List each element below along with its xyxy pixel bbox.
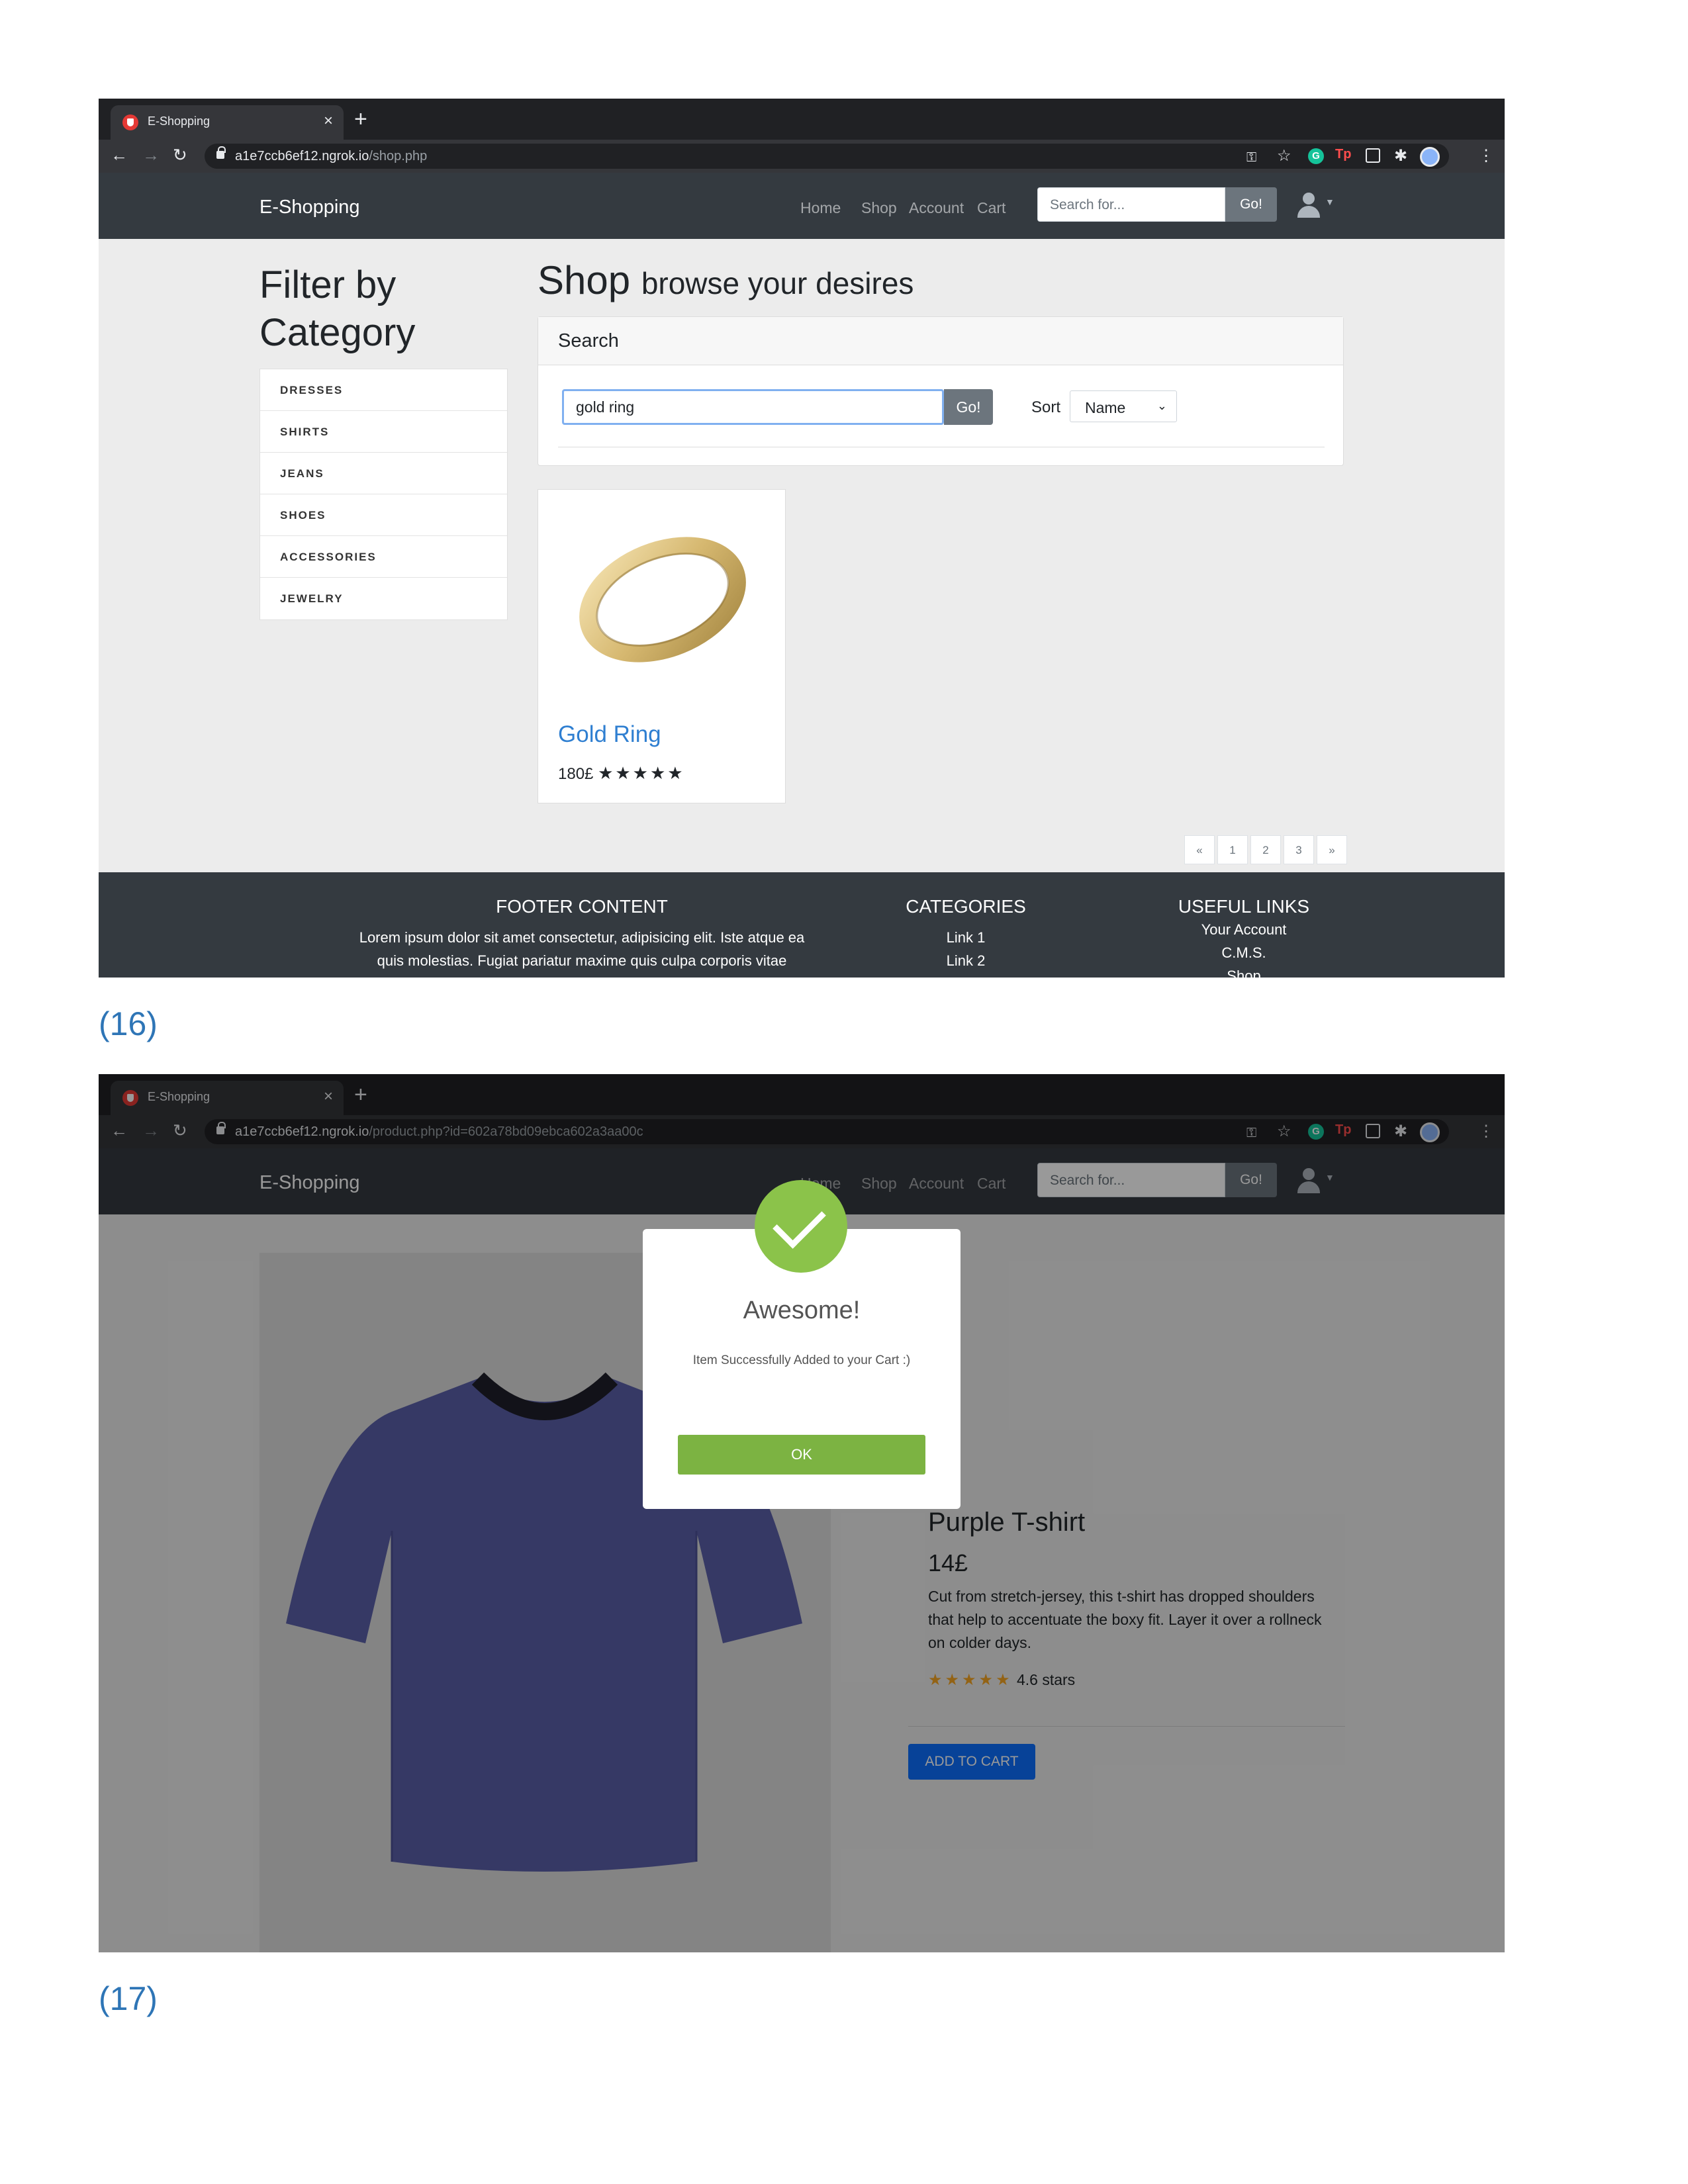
- sort-label: Sort: [1031, 398, 1061, 416]
- key-icon[interactable]: ⚿: [1246, 149, 1256, 166]
- product-price-rating: 180£ ★★★★★: [558, 763, 685, 784]
- footer-shop-link[interactable]: Shop: [1145, 968, 1343, 978]
- search-box-icon[interactable]: [1366, 148, 1380, 163]
- footer-link-1[interactable]: Link 1: [880, 929, 1052, 946]
- sort-value: Name: [1085, 399, 1126, 416]
- footer-cms-link[interactable]: C.M.S.: [1145, 944, 1343, 962]
- browser-toolbar: ← → ↻ a1e7ccb6ef12.ngrok.io/shop.php: [99, 140, 1505, 173]
- footer-content-line2: quis molestias. Fugiat pariatur maxime q…: [377, 952, 787, 969]
- menu-dots-icon[interactable]: ⋮: [1478, 148, 1494, 165]
- sort-select[interactable]: Name ⌄: [1070, 390, 1177, 422]
- footer-useful-heading: USEFUL LINKS: [1178, 896, 1310, 917]
- screenshot-shop-page: E-Shopping × + ← → ↻ a1e7ccb6ef12.ngrok.…: [99, 99, 1505, 978]
- url-text: a1e7ccb6ef12.ngrok.io/shop.php: [235, 149, 428, 163]
- modal-title: Awesome!: [743, 1297, 861, 1324]
- puzzle-icon[interactable]: ✱: [1394, 148, 1407, 165]
- category-item-jewelry[interactable]: JEWELRY: [260, 578, 507, 619]
- address-bar[interactable]: a1e7ccb6ef12.ngrok.io/shop.php: [205, 144, 1449, 169]
- chevron-down-icon: ⌄: [1156, 399, 1167, 412]
- category-item-shirts[interactable]: SHIRTS: [260, 411, 507, 453]
- pagination-page-1[interactable]: 1: [1217, 835, 1248, 864]
- forward-icon[interactable]: →: [142, 145, 160, 165]
- footer-your-account-link[interactable]: Your Account: [1145, 921, 1343, 938]
- site-navbar: E-Shopping Home Shop Account Cart Search…: [99, 173, 1505, 239]
- nav-search-input[interactable]: Search for...: [1037, 187, 1225, 222]
- nav-account[interactable]: Account: [909, 199, 964, 217]
- back-icon[interactable]: ←: [111, 145, 128, 165]
- profile-icon[interactable]: [1420, 147, 1440, 167]
- page-title-sub: browse your desires: [641, 266, 914, 300]
- reload-icon[interactable]: ↻: [173, 145, 187, 165]
- product-card[interactable]: Gold Ring 180£ ★★★★★: [538, 489, 786, 803]
- site-footer: FOOTER CONTENT Lorem ipsum dolor sit ame…: [99, 872, 1505, 978]
- category-list: DRESSES SHIRTS JEANS SHOES ACCESSORIES J…: [259, 369, 508, 620]
- grammarly-icon[interactable]: G: [1308, 148, 1324, 164]
- pagination-next[interactable]: »: [1317, 835, 1347, 864]
- user-dropdown-caret-icon[interactable]: ▼: [1325, 197, 1335, 207]
- product-search-button[interactable]: Go!: [944, 389, 993, 425]
- footer-link-2[interactable]: Link 2: [880, 952, 1052, 970]
- product-price: 180£: [558, 765, 594, 783]
- filter-title: Filter by Category: [259, 263, 416, 354]
- category-item-accessories[interactable]: ACCESSORIES: [260, 536, 507, 578]
- user-icon[interactable]: [1295, 193, 1322, 219]
- page-title: Shop browse your desires: [538, 257, 914, 303]
- footer-content-heading: FOOTER CONTENT: [496, 896, 668, 917]
- lock-icon: [216, 146, 226, 159]
- nav-home[interactable]: Home: [800, 199, 841, 217]
- tp-icon[interactable]: Tp: [1335, 147, 1351, 162]
- favicon-icon: [122, 114, 138, 130]
- category-item-dresses[interactable]: DRESSES: [260, 369, 507, 411]
- browser-tab[interactable]: E-Shopping ×: [111, 105, 344, 140]
- browser-tab-strip: E-Shopping × +: [99, 99, 1505, 140]
- brand-link[interactable]: E-Shopping: [259, 197, 360, 218]
- nav-search-button[interactable]: Go!: [1225, 187, 1277, 222]
- product-name-link[interactable]: Gold Ring: [558, 721, 661, 748]
- footer-content-line1: Lorem ipsum dolor sit amet consectetur, …: [359, 929, 805, 946]
- product-search-value: gold ring: [576, 398, 635, 416]
- product-search-input[interactable]: gold ring: [562, 389, 944, 425]
- nav-search-placeholder: Search for...: [1050, 197, 1125, 212]
- product-stars: ★★★★★: [598, 763, 685, 783]
- page-title-main: Shop: [538, 258, 631, 302]
- new-tab-icon[interactable]: +: [354, 108, 367, 130]
- pagination-page-3[interactable]: 3: [1284, 835, 1314, 864]
- category-item-jeans[interactable]: JEANS: [260, 453, 507, 494]
- pagination-prev[interactable]: «: [1184, 835, 1215, 864]
- tab-close-icon[interactable]: ×: [324, 112, 333, 130]
- modal-ok-button[interactable]: OK: [678, 1435, 925, 1475]
- screenshot-product-page: E-Shopping × + ← → ↻ a1e7ccb6ef12.ngrok.…: [99, 1074, 1505, 1952]
- star-bookmark-icon[interactable]: ☆: [1277, 148, 1291, 165]
- tab-title: E-Shopping: [148, 114, 211, 128]
- footer-categories-heading: CATEGORIES: [906, 896, 1026, 917]
- figure-caption-16: (16): [99, 1005, 158, 1042]
- category-item-shoes[interactable]: SHOES: [260, 494, 507, 536]
- nav-shop[interactable]: Shop: [861, 199, 897, 217]
- pagination-page-2[interactable]: 2: [1250, 835, 1281, 864]
- search-card-title: Search: [538, 317, 1343, 365]
- gold-ring-image: [579, 537, 746, 662]
- check-icon: [755, 1180, 847, 1273]
- figure-caption-17: (17): [99, 1980, 158, 2017]
- search-card: Search gold ring Go! Sort Name ⌄: [538, 316, 1344, 466]
- modal-message: Item Successfully Added to your Cart :): [692, 1353, 911, 1367]
- nav-cart[interactable]: Cart: [977, 199, 1006, 217]
